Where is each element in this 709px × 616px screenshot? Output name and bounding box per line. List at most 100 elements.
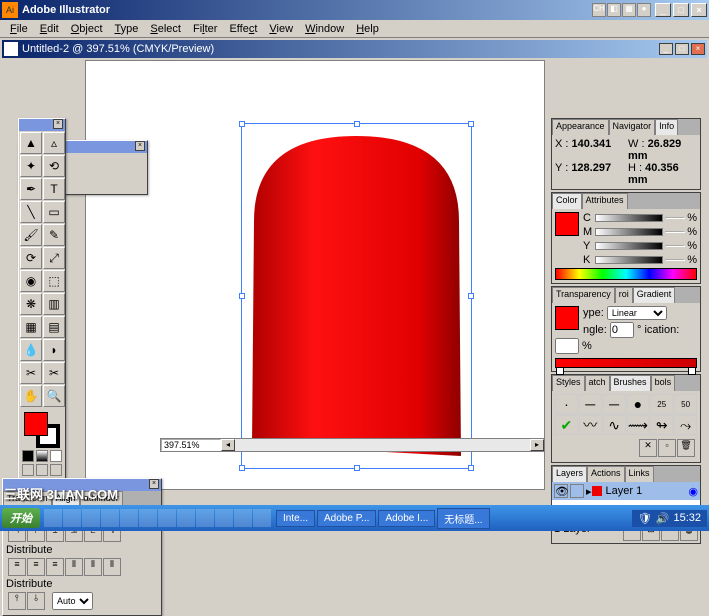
- hand-tool[interactable]: ✋: [20, 385, 42, 407]
- slice-tool[interactable]: ✂: [20, 362, 42, 384]
- dist-vcenter[interactable]: ≡: [27, 558, 45, 576]
- brush-item[interactable]: ─: [603, 394, 626, 414]
- brush-item[interactable]: ⤳: [674, 415, 697, 435]
- c-slider[interactable]: [595, 214, 663, 222]
- brush-item[interactable]: 25: [650, 394, 673, 414]
- paintbrush-tool[interactable]: 🖌: [20, 224, 42, 246]
- gradient-stop[interactable]: [688, 367, 696, 375]
- fill-stroke-swatch[interactable]: [24, 412, 60, 448]
- ime-btn-2[interactable]: ◧: [607, 3, 621, 17]
- tab-stroke[interactable]: roi: [615, 287, 633, 303]
- new-brush-icon[interactable]: ▫: [658, 439, 676, 457]
- brush-opt-icon[interactable]: ✕: [639, 439, 657, 457]
- ime-btn-3[interactable]: ▦: [622, 3, 636, 17]
- tab-links[interactable]: Links: [625, 466, 654, 482]
- location-input[interactable]: [555, 338, 579, 354]
- blend-tool[interactable]: ◗: [43, 339, 65, 361]
- pencil-tool[interactable]: ✎: [43, 224, 65, 246]
- menu-effect[interactable]: Effect: [223, 21, 263, 37]
- horizontal-scrollbar[interactable]: 397.51% ◂ ▸: [160, 438, 545, 452]
- quicklaunch-btn[interactable]: [101, 509, 119, 527]
- brush-item[interactable]: ↬: [650, 415, 673, 435]
- dist-space-h[interactable]: ⫰: [27, 592, 45, 610]
- tab-brushes[interactable]: Brushes: [610, 375, 651, 391]
- none-mode-btn[interactable]: [50, 450, 62, 462]
- dist-hcenter[interactable]: ⦀: [84, 558, 102, 576]
- y-value[interactable]: [665, 245, 685, 247]
- panel-close[interactable]: ×: [135, 141, 145, 151]
- angle-input[interactable]: [610, 322, 634, 338]
- quicklaunch-btn[interactable]: [196, 509, 214, 527]
- selection-tool[interactable]: ▲: [20, 132, 42, 154]
- screen-mode-normal[interactable]: [22, 464, 34, 476]
- tab-color[interactable]: Color: [552, 193, 582, 209]
- eyedropper-tool[interactable]: 💧: [20, 339, 42, 361]
- system-tray[interactable]: 🛡 🔊 15:32: [632, 510, 707, 527]
- tray-icon[interactable]: 🔊: [656, 512, 670, 525]
- direct-selection-tool[interactable]: ▵: [43, 132, 65, 154]
- tab-info[interactable]: Info: [655, 119, 678, 135]
- color-mode-btn[interactable]: [22, 450, 34, 462]
- menu-view[interactable]: View: [263, 21, 299, 37]
- tray-icon[interactable]: 🛡: [638, 512, 652, 525]
- tab-appearance[interactable]: Appearance: [552, 119, 609, 135]
- tab-styles[interactable]: Styles: [552, 375, 585, 391]
- menu-object[interactable]: Object: [65, 21, 109, 37]
- taskbar-task[interactable]: Inte...: [276, 510, 315, 527]
- selection-handle[interactable]: [354, 465, 360, 471]
- y-slider[interactable]: [595, 242, 663, 250]
- k-slider[interactable]: [595, 256, 663, 264]
- scroll-right[interactable]: ▸: [530, 439, 544, 451]
- dist-right[interactable]: ⦀: [103, 558, 121, 576]
- canvas[interactable]: [85, 60, 545, 490]
- quicklaunch-btn[interactable]: [215, 509, 233, 527]
- zoom-tool[interactable]: 🔍: [43, 385, 65, 407]
- tab-swatches[interactable]: atch: [585, 375, 610, 391]
- gradient-preview[interactable]: [555, 306, 579, 330]
- menu-file[interactable]: File: [4, 21, 34, 37]
- layer-target-icon[interactable]: ◉: [688, 485, 698, 498]
- taskbar-task[interactable]: Adobe I...: [378, 510, 435, 527]
- rotate-tool[interactable]: ⟳: [20, 247, 42, 269]
- menu-filter[interactable]: Filter: [187, 21, 223, 37]
- scale-tool[interactable]: ⤢: [43, 247, 65, 269]
- dist-bottom[interactable]: ≡: [46, 558, 64, 576]
- screen-mode-full[interactable]: [50, 464, 62, 476]
- menu-type[interactable]: Type: [109, 21, 145, 37]
- layer-row[interactable]: 👁 ▸ Layer 1 ◉: [552, 482, 700, 500]
- minimize-button[interactable]: _: [655, 3, 671, 17]
- selection-handle[interactable]: [468, 121, 474, 127]
- ime-btn-1[interactable]: CH: [592, 3, 606, 17]
- gradient-ramp[interactable]: [555, 358, 697, 368]
- selection-handle[interactable]: [239, 465, 245, 471]
- symbol-sprayer-tool[interactable]: ❋: [20, 293, 42, 315]
- pen-tool[interactable]: ✒: [20, 178, 42, 200]
- clock[interactable]: 15:32: [673, 512, 701, 524]
- menu-help[interactable]: Help: [350, 21, 385, 37]
- brush-item[interactable]: ─: [579, 394, 602, 414]
- doc-close[interactable]: ×: [691, 43, 705, 55]
- color-preview-swatch[interactable]: [555, 212, 579, 236]
- tab-transparency[interactable]: Transparency: [552, 287, 615, 303]
- m-slider[interactable]: [595, 228, 663, 236]
- dist-top[interactable]: ≡: [8, 558, 26, 576]
- selection-handle[interactable]: [239, 121, 245, 127]
- spacing-select[interactable]: Auto: [52, 592, 93, 610]
- quicklaunch-btn[interactable]: [158, 509, 176, 527]
- dist-space-v[interactable]: ⫯: [8, 592, 26, 610]
- delete-brush-icon[interactable]: 🗑: [677, 439, 695, 457]
- close-button[interactable]: ×: [691, 3, 707, 17]
- layer-name[interactable]: Layer 1: [606, 485, 643, 497]
- tab-attributes[interactable]: Attributes: [582, 193, 628, 209]
- magic-wand-tool[interactable]: ✦: [20, 155, 42, 177]
- lasso-tool[interactable]: ⟲: [43, 155, 65, 177]
- gradient-mode-btn[interactable]: [36, 450, 48, 462]
- selection-handle[interactable]: [239, 293, 245, 299]
- start-button[interactable]: 开始: [2, 508, 40, 528]
- scroll-left[interactable]: ◂: [221, 439, 235, 451]
- tab-layers[interactable]: Layers: [552, 466, 587, 482]
- taskbar-task[interactable]: 无标题...: [437, 508, 489, 529]
- quicklaunch-btn[interactable]: [177, 509, 195, 527]
- selection-handle[interactable]: [354, 121, 360, 127]
- layer-visibility-icon[interactable]: 👁: [554, 484, 568, 498]
